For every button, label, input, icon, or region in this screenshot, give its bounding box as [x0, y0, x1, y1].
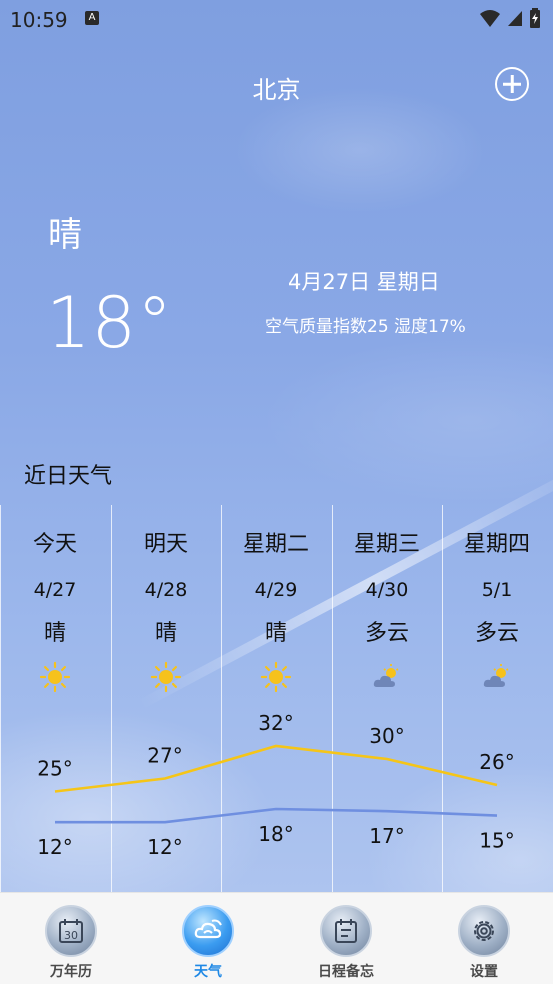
- nav-label-calendar: 万年历: [50, 964, 92, 980]
- nav-settings[interactable]: 设置: [434, 905, 534, 981]
- forecast-day-condition: 晴: [154, 621, 177, 646]
- forecast-day-date: 4/27: [33, 579, 77, 601]
- high-temp-label: 30°: [369, 724, 404, 748]
- forecast-day-condition: 晴: [264, 621, 287, 646]
- forecast-day-date: 4/29: [254, 579, 298, 601]
- weather-app: 10:59 A 北京 晴 18° 4月27日 星期日 空气质量指数25 湿度17…: [0, 0, 553, 984]
- calendar-icon: 30: [45, 905, 97, 957]
- sun-icon: [150, 661, 182, 693]
- wifi-icon: [479, 10, 500, 27]
- forecast-day-name: 明天: [143, 532, 188, 557]
- city-name[interactable]: 北京: [0, 70, 553, 105]
- high-temp-label: 32°: [258, 711, 293, 735]
- high-temp-label: 25°: [37, 757, 72, 781]
- weather-icon: [182, 905, 234, 957]
- forecast-title: 近日天气: [24, 464, 113, 489]
- forecast-day[interactable]: 今天 4/27 晴: [0, 530, 110, 697]
- settings-icon: [458, 905, 510, 957]
- forecast-day-condition: 多云: [364, 621, 409, 646]
- forecast-day-date: 4/28: [144, 579, 188, 601]
- high-temp-label: 26°: [479, 750, 514, 774]
- cloud-sun-icon: [483, 664, 509, 687]
- high-temp-label: 27°: [147, 744, 182, 768]
- forecast-day-condition: 晴: [43, 621, 66, 646]
- forecast-day-name: 今天: [32, 532, 77, 557]
- low-temp-line: [55, 807, 498, 824]
- sun-icon: [260, 661, 292, 693]
- current-temperature: 18°: [46, 282, 174, 364]
- air-quality-humidity: 空气质量指数25 湿度17%: [265, 317, 466, 337]
- battery-charging-icon: [530, 8, 540, 28]
- low-temp-label: 12°: [37, 835, 72, 859]
- current-date: 4月27日 星期日: [288, 270, 440, 294]
- status-icons: [479, 8, 541, 28]
- forecast-day-condition: 多云: [474, 621, 519, 646]
- schedule-icon: [320, 905, 372, 957]
- low-temp-label: 12°: [147, 835, 182, 859]
- forecast-day-date: 4/30: [365, 579, 409, 601]
- notification-badge: A: [85, 11, 99, 25]
- temperature-chart: 25° 12° 27° 12° 32° 18° 30° 17° 26° 15°: [37, 711, 514, 859]
- bottom-nav: 30 万年历 天气 日程备忘 设置: [0, 892, 553, 984]
- current-condition: 晴: [48, 215, 82, 255]
- nav-label-weather: 天气: [194, 964, 222, 980]
- nav-label-schedule: 日程备忘: [318, 964, 374, 980]
- forecast-day[interactable]: 星期四 5/1 多云: [442, 530, 552, 697]
- forecast-day[interactable]: 星期二 4/29 晴: [221, 530, 331, 697]
- low-temp-label: 18°: [258, 822, 293, 846]
- forecast-day[interactable]: 星期三 4/30 多云: [332, 530, 442, 697]
- forecast-day-name: 星期三: [353, 532, 420, 557]
- high-temp-line: [54, 744, 498, 793]
- status-bar: 10:59 A: [0, 0, 553, 38]
- status-time: 10:59: [10, 8, 68, 32]
- low-temp-label: 17°: [369, 824, 404, 848]
- forecast-day[interactable]: 明天 4/28 晴: [111, 530, 221, 697]
- signal-icon: [507, 11, 522, 26]
- nav-label-settings: 设置: [470, 964, 498, 980]
- cloud-sun-icon: [373, 664, 399, 687]
- svg-text:30: 30: [64, 929, 78, 942]
- forecast-day-name: 星期四: [463, 532, 530, 557]
- nav-schedule[interactable]: 日程备忘: [296, 905, 396, 981]
- forecast-day-date: 5/1: [481, 579, 513, 601]
- add-city-icon[interactable]: [495, 67, 529, 101]
- forecast-day-name: 星期二: [242, 532, 309, 557]
- nav-weather[interactable]: 天气: [158, 905, 258, 981]
- sun-icon: [39, 661, 71, 693]
- nav-calendar[interactable]: 30 万年历: [21, 905, 121, 981]
- low-temp-label: 15°: [479, 829, 514, 853]
